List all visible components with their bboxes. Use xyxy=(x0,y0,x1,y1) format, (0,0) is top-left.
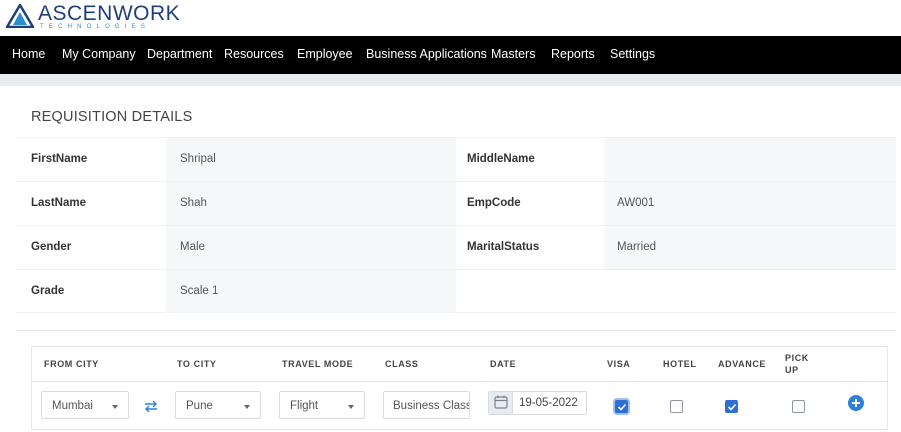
from-city-select[interactable]: Mumbai xyxy=(41,391,129,419)
grade-value: Scale 1 xyxy=(180,285,219,297)
lastname-value-cell xyxy=(166,182,456,225)
empcode-value: AW001 xyxy=(617,197,655,209)
header-travel-mode: TRAVEL MODE xyxy=(282,359,354,369)
nav-reports[interactable]: Reports xyxy=(551,47,595,61)
header-hotel: HOTEL xyxy=(663,359,697,369)
empcode-label: EmpCode xyxy=(467,197,521,209)
to-city-value: Pune xyxy=(186,400,213,412)
header-separator xyxy=(32,381,887,382)
swap-arrows-icon[interactable] xyxy=(144,400,158,412)
detail-row: LastName Shah EmpCode AW001 xyxy=(16,181,896,225)
nav-masters[interactable]: Masters xyxy=(491,47,535,61)
lastname-label: LastName xyxy=(31,197,86,209)
calendar-icon xyxy=(494,395,508,409)
brand-name[interactable]: ASCENWORK xyxy=(38,2,180,26)
nav-business-applications[interactable]: Business Applications xyxy=(366,47,487,61)
chevron-down-icon xyxy=(112,405,118,409)
nav-employee[interactable]: Employee xyxy=(297,47,353,61)
class-input[interactable]: Business Class xyxy=(383,391,470,419)
date-value: 19-05-2022 xyxy=(519,397,578,409)
plus-circle-icon[interactable] xyxy=(848,395,864,411)
hotel-checkbox[interactable] xyxy=(670,400,683,413)
gender-label: Gender xyxy=(31,241,72,253)
section-title: REQUISITION DETAILS xyxy=(31,109,193,125)
nav-department[interactable]: Department xyxy=(147,47,212,61)
brand-tagline: TECHNOLOGIES xyxy=(40,24,151,30)
visa-checkbox[interactable] xyxy=(615,400,628,413)
lastname-value: Shah xyxy=(180,197,207,209)
header-class: CLASS xyxy=(385,359,419,369)
middlename-label: MiddleName xyxy=(467,153,535,165)
header-advance: ADVANCE xyxy=(718,359,767,369)
chevron-down-icon xyxy=(348,405,354,409)
travel-mode-select[interactable]: Flight xyxy=(279,391,365,419)
travel-mode-value: Flight xyxy=(290,400,319,412)
pickup-checkbox[interactable] xyxy=(792,400,805,413)
from-city-value: Mumbai xyxy=(52,400,93,412)
travel-table: FROM CITY TO CITY TRAVEL MODE CLASS DATE… xyxy=(31,346,888,430)
header-from-city: FROM CITY xyxy=(44,359,99,369)
ascenwork-logo-icon xyxy=(6,4,34,28)
firstname-value: Shripal xyxy=(180,153,216,165)
header-to-city: TO CITY xyxy=(177,359,217,369)
firstname-label: FirstName xyxy=(31,153,88,165)
to-city-select[interactable]: Pune xyxy=(175,391,261,419)
date-input[interactable]: 19-05-2022 xyxy=(488,391,587,415)
nav-my-company[interactable]: My Company xyxy=(62,47,136,61)
page-background xyxy=(0,74,901,86)
grade-label: Grade xyxy=(31,285,65,297)
header: ASCENWORK TECHNOLOGIES xyxy=(0,0,901,36)
detail-row: FirstName Shripal MiddleName xyxy=(16,137,896,181)
nav-home[interactable]: Home xyxy=(12,47,45,61)
check-icon xyxy=(727,403,737,411)
detail-row: Gender Male MaritalStatus Married xyxy=(16,225,896,269)
calendar-button[interactable] xyxy=(489,392,513,414)
main-navbar: Home My Company Department Resources Emp… xyxy=(0,36,901,74)
nav-settings[interactable]: Settings xyxy=(610,47,655,61)
chevron-down-icon xyxy=(244,405,250,409)
middlename-value-cell xyxy=(604,138,896,181)
gender-value: Male xyxy=(180,241,205,253)
header-date: DATE xyxy=(490,359,517,369)
maritalstatus-label: MaritalStatus xyxy=(467,241,540,253)
header-pickup-line2: UP xyxy=(785,365,799,375)
advance-checkbox[interactable] xyxy=(725,400,738,413)
header-visa: VISA xyxy=(607,359,631,369)
detail-row: Grade Scale 1 xyxy=(16,269,896,313)
header-pickup-line1: PICK xyxy=(785,353,809,363)
nav-resources[interactable]: Resources xyxy=(224,47,284,61)
maritalstatus-value: Married xyxy=(617,241,656,253)
gender-value-cell xyxy=(166,226,456,269)
check-icon xyxy=(617,403,627,411)
section-divider xyxy=(16,330,896,331)
